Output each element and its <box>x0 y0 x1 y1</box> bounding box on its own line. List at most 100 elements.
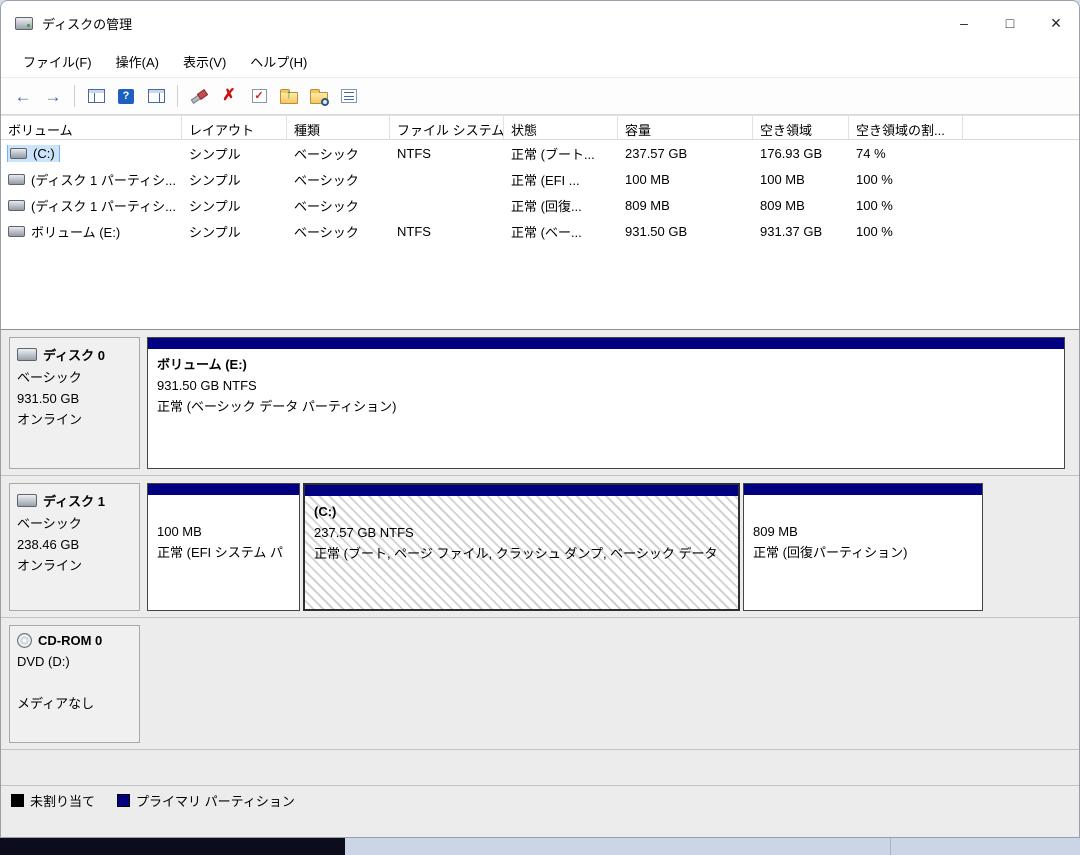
partition-efi[interactable]: 100 MB 正常 (EFI システム パ <box>147 483 300 611</box>
toolbar-separator <box>74 85 75 107</box>
column-header-capacity[interactable]: 容量 <box>618 116 753 139</box>
partition-body: (C:) 237.57 GB NTFS 正常 (ブート, ページ ファイル, ク… <box>305 496 738 609</box>
legend-unallocated: 未割り当て <box>11 791 95 810</box>
open-folder-icon: ↑ <box>280 92 298 104</box>
explore-folder-icon <box>310 92 328 104</box>
volume-row-c[interactable]: (C:) シンプル ベーシック NTFS 正常 (ブート... 237.57 G… <box>1 140 1079 166</box>
magnifier-icon <box>321 98 329 106</box>
toolbar-separator <box>177 85 178 107</box>
disk-management-window: ディスクの管理 – □ × ファイル(F) 操作(A) 表示(V) ヘルプ(H)… <box>0 0 1080 838</box>
background-window-fragment <box>0 838 345 855</box>
graphical-filler <box>1 750 1079 785</box>
legend-bar: 未割り当て プライマリ パーティション <box>1 785 1079 815</box>
disk0-size: 931.50 GB <box>17 388 133 409</box>
volume-list-header: ボリューム レイアウト 種類 ファイル システム 状態 容量 空き領域 空き領域… <box>1 116 1079 140</box>
partition-recovery[interactable]: 809 MB 正常 (回復パーティション) <box>743 483 983 611</box>
status-cell: 正常 (EFI ... <box>504 170 618 189</box>
cdrom0-status: メディアなし <box>17 693 133 714</box>
cdrom0-size <box>17 672 133 693</box>
capacity-cell: 809 MB <box>618 198 753 213</box>
cdrom0-info-box[interactable]: CD-ROM 0 DVD (D:) メディアなし <box>9 625 140 743</box>
column-header-status[interactable]: 状態 <box>504 116 618 139</box>
cd-rom-icon <box>17 633 32 648</box>
partition-body: 100 MB 正常 (EFI システム パ <box>148 495 299 610</box>
hdd-icon <box>17 494 37 507</box>
maximize-button[interactable]: □ <box>987 1 1033 45</box>
column-header-free-space[interactable]: 空き領域 <box>753 116 849 139</box>
delete-volume-button[interactable]: ✗ <box>215 82 243 110</box>
forward-button[interactable]: → <box>39 82 67 110</box>
volume-cell: (ディスク 1 パーティシ... <box>1 170 182 189</box>
column-header-volume[interactable]: ボリューム <box>1 116 182 139</box>
console-tree-icon <box>88 89 105 103</box>
partition-status-line: 正常 (EFI システム パ <box>157 542 290 563</box>
disk1-info-box[interactable]: ディスク 1 ベーシック 238.46 GB オンライン <box>9 483 140 611</box>
column-header-filesystem[interactable]: ファイル システム <box>390 116 504 139</box>
column-header-kind[interactable]: 種類 <box>287 116 390 139</box>
actions-list-button[interactable] <box>335 82 363 110</box>
partition-status-line: 正常 (ブート, ページ ファイル, クラッシュ ダンプ, ベーシック データ <box>314 543 729 564</box>
status-cell: 正常 (ブート... <box>504 144 618 163</box>
cdrom0-kind: DVD (D:) <box>17 651 133 672</box>
filesystem-cell: NTFS <box>390 146 504 161</box>
disk0-info-box[interactable]: ディスク 0 ベーシック 931.50 GB オンライン <box>9 337 140 469</box>
explorer-button[interactable] <box>305 82 333 110</box>
free-pct-cell: 100 % <box>849 198 963 213</box>
volume-row-e[interactable]: ボリューム (E:) シンプル ベーシック NTFS 正常 (ベー... 931… <box>1 218 1079 244</box>
unallocated-label: 未割り当て <box>30 791 95 810</box>
properties-button[interactable] <box>185 82 213 110</box>
menu-help[interactable]: ヘルプ(H) <box>238 47 319 76</box>
menu-file[interactable]: ファイル(F) <box>11 47 104 76</box>
legend-primary-partition: プライマリ パーティション <box>117 791 295 810</box>
action-pane-button[interactable] <box>142 82 170 110</box>
primary-partition-bar <box>305 485 738 496</box>
partition-title: ボリューム (E:) <box>157 354 1055 375</box>
menu-view[interactable]: 表示(V) <box>171 47 238 76</box>
console-tree-button[interactable] <box>82 82 110 110</box>
cdrom0-title: CD-ROM 0 <box>17 633 133 648</box>
menu-action[interactable]: 操作(A) <box>104 47 171 76</box>
capacity-cell: 237.57 GB <box>618 146 753 161</box>
volume-row-recovery[interactable]: (ディスク 1 パーティシ... シンプル ベーシック 正常 (回復... 80… <box>1 192 1079 218</box>
column-header-free-pct[interactable]: 空き領域の割... <box>849 116 963 139</box>
column-header-filler <box>963 116 1079 139</box>
column-header-layout[interactable]: レイアウト <box>182 116 287 139</box>
free-space-cell: 100 MB <box>753 172 849 187</box>
unallocated-color-swatch <box>11 794 24 807</box>
partition-status-line: 正常 (回復パーティション) <box>753 542 973 563</box>
actions-list-icon <box>341 89 357 103</box>
partition-size-line: 100 MB <box>157 521 290 542</box>
window-controls: – □ × <box>941 1 1079 45</box>
partition-title <box>753 500 973 521</box>
disk0-status: オンライン <box>17 409 133 430</box>
open-button[interactable]: ↑ <box>275 82 303 110</box>
partition-title: (C:) <box>314 501 729 522</box>
free-space-cell: 931.37 GB <box>753 224 849 239</box>
partition-size-line: 809 MB <box>753 521 973 542</box>
volume-cell: ボリューム (E:) <box>1 222 182 241</box>
back-button[interactable]: ← <box>9 82 37 110</box>
primary-partition-label: プライマリ パーティション <box>136 791 295 810</box>
kind-cell: ベーシック <box>287 170 390 189</box>
disk0-partition-area: ボリューム (E:) 931.50 GB NTFS 正常 (ベーシック データ … <box>147 337 1071 469</box>
kind-cell: ベーシック <box>287 196 390 215</box>
disk1-title: ディスク 1 <box>17 491 133 510</box>
layout-cell: シンプル <box>182 170 287 189</box>
mark-active-button[interactable]: ✓ <box>245 82 273 110</box>
disk1-partition-area: 100 MB 正常 (EFI システム パ (C:) 237.57 GB NTF… <box>147 483 1071 611</box>
delete-icon: ✗ <box>222 88 235 104</box>
partition-status-line: 正常 (ベーシック データ パーティション) <box>157 396 1055 417</box>
help-button[interactable]: ? <box>112 82 140 110</box>
close-button[interactable]: × <box>1033 1 1079 45</box>
primary-partition-bar <box>148 484 299 495</box>
partition-volume-e[interactable]: ボリューム (E:) 931.50 GB NTFS 正常 (ベーシック データ … <box>147 337 1065 469</box>
help-icon: ? <box>118 89 134 104</box>
minimize-button[interactable]: – <box>941 1 987 45</box>
background-strip <box>0 838 1080 855</box>
disk0-title: ディスク 0 <box>17 345 133 364</box>
volume-row-efi[interactable]: (ディスク 1 パーティシ... シンプル ベーシック 正常 (EFI ... … <box>1 166 1079 192</box>
cdrom0-row: CD-ROM 0 DVD (D:) メディアなし <box>1 618 1079 750</box>
disk0-kind: ベーシック <box>17 367 133 388</box>
mark-active-icon: ✓ <box>252 89 267 103</box>
partition-c[interactable]: (C:) 237.57 GB NTFS 正常 (ブート, ページ ファイル, ク… <box>303 483 740 611</box>
